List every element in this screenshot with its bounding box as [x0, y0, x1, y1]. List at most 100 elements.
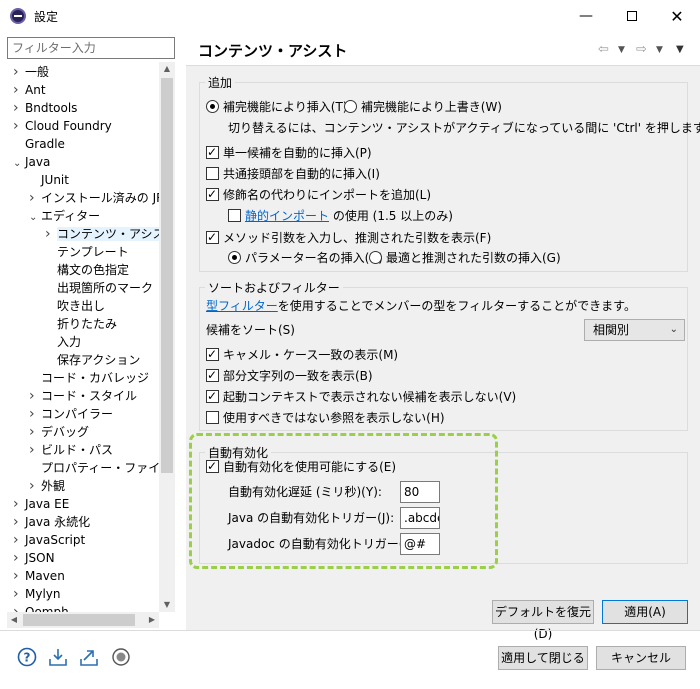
checkbox-add-import[interactable]: 修飾名の代わりにインポートを追加(L)	[206, 186, 431, 204]
checkbox-camel-case[interactable]: キャメル・ケース一致の表示(M)	[206, 346, 398, 364]
tree-item[interactable]: › デバッグ	[29, 423, 89, 441]
chevron-right-icon[interactable]: ›	[29, 405, 41, 423]
tree-item[interactable]: › インストール済みの JRE	[29, 189, 172, 207]
checkbox-checked-icon[interactable]	[206, 346, 219, 362]
chevron-right-icon[interactable]: ›	[45, 225, 57, 243]
checkbox-hide-deprecated[interactable]: 使用すべきではない参照を表示しない(H)	[206, 409, 445, 427]
tree-item[interactable]: JUnit	[29, 171, 69, 189]
forward-dropdown-icon[interactable]: ▼	[656, 45, 663, 55]
checkbox-checked-icon[interactable]	[206, 186, 219, 202]
help-icon[interactable]: ?	[17, 647, 37, 667]
tree-item[interactable]: 入力	[45, 333, 81, 351]
tree-item[interactable]: › コンテンツ・アシスト	[45, 225, 175, 243]
chevron-right-icon[interactable]: ›	[13, 585, 25, 603]
tree-item[interactable]: › Java EE	[13, 495, 69, 513]
tree-item[interactable]: › Mylyn	[13, 585, 61, 603]
tree-vertical-scrollbar[interactable]: ▲ ▼	[159, 62, 175, 612]
checkbox-common-prefix[interactable]: 共通接頭部を自動的に挿入(I)	[206, 165, 380, 183]
tree-item[interactable]: 保存アクション	[45, 351, 140, 369]
checkbox-single-proposal[interactable]: 単一候補を自動的に挿入(P)	[206, 144, 372, 162]
radio-selected-icon[interactable]	[206, 100, 219, 113]
export-icon[interactable]	[79, 647, 99, 667]
checkbox-checked-icon[interactable]	[206, 367, 219, 383]
tree-item[interactable]: ⌄ エディター	[29, 207, 100, 225]
radio-best-guess[interactable]: 最適と推測された引数の挿入(G)	[369, 249, 561, 267]
radio-insert[interactable]: 補完機能により挿入(T)	[206, 98, 347, 116]
tree-item[interactable]: テンプレート	[45, 243, 129, 261]
static-import-link[interactable]: 静的インポート	[245, 209, 329, 223]
tree-item[interactable]: コード・カバレッジ	[29, 369, 149, 387]
chevron-right-icon[interactable]: ›	[13, 117, 25, 135]
tree-item[interactable]: プロパティー・ファイル・エデ	[29, 459, 175, 477]
minimize-button[interactable]: —	[563, 0, 609, 32]
chevron-right-icon[interactable]: ›	[13, 99, 25, 117]
filter-input[interactable]	[7, 37, 175, 59]
apply-and-close-button[interactable]: 適用して閉じる	[498, 646, 588, 670]
chevron-right-icon[interactable]: ›	[13, 531, 25, 549]
scroll-thumb[interactable]	[161, 78, 173, 473]
chevron-right-icon[interactable]: ›	[29, 423, 41, 441]
tree-item[interactable]: › Oomph	[13, 603, 69, 612]
tree-item[interactable]: › Java 永続化	[13, 513, 90, 531]
sort-select[interactable]: 相関別 ⌄	[584, 319, 685, 341]
chevron-right-icon[interactable]: ›	[13, 63, 25, 81]
record-icon[interactable]	[111, 647, 131, 667]
view-menu-icon[interactable]: ▼	[676, 44, 684, 55]
scroll-left-arrow-icon[interactable]: ◀	[7, 612, 21, 628]
radio-selected-icon[interactable]	[228, 251, 241, 264]
maximize-button[interactable]	[609, 0, 655, 32]
chevron-right-icon[interactable]: ›	[13, 567, 25, 585]
scroll-down-arrow-icon[interactable]: ▼	[159, 598, 175, 612]
chevron-right-icon[interactable]: ›	[13, 603, 25, 612]
radio-icon[interactable]	[344, 100, 357, 113]
checkbox-icon[interactable]	[206, 411, 219, 424]
cancel-button[interactable]: キャンセル	[596, 646, 686, 670]
scroll-up-arrow-icon[interactable]: ▲	[159, 62, 175, 76]
checkbox-checked-icon[interactable]	[206, 144, 219, 160]
forward-arrow-icon[interactable]: ⇨	[636, 42, 647, 57]
checkbox-static-import[interactable]: 静的インポート の使用 (1.5 以上のみ)	[228, 207, 453, 225]
checkbox-substring[interactable]: 部分文字列の一致を表示(B)	[206, 367, 373, 385]
tree-item[interactable]: › Bndtools	[13, 99, 77, 117]
checkbox-checked-icon[interactable]	[206, 229, 219, 245]
restore-defaults-button[interactable]: デフォルトを復元(D)	[492, 600, 594, 641]
tree-item[interactable]: › Maven	[13, 567, 65, 585]
close-button[interactable]: ✕	[654, 0, 700, 32]
chevron-right-icon[interactable]: ›	[13, 495, 25, 513]
chevron-right-icon[interactable]: ›	[13, 549, 25, 567]
chevron-right-icon[interactable]: ›	[29, 477, 41, 495]
apply-button[interactable]: 適用(A)	[602, 600, 688, 624]
hscroll-thumb[interactable]	[23, 614, 135, 626]
tree-item[interactable]: › Cloud Foundry	[13, 117, 112, 135]
tree-item[interactable]: › 一般	[13, 63, 49, 81]
tree-item[interactable]: Gradle	[13, 135, 65, 153]
tree-item[interactable]: › JSON	[13, 549, 55, 567]
tree-item[interactable]: 構文の色指定	[45, 261, 129, 279]
checkbox-icon[interactable]	[228, 209, 241, 222]
chevron-right-icon[interactable]: ›	[13, 513, 25, 531]
tree-item[interactable]: › ビルド・パス	[29, 441, 113, 459]
chevron-right-icon[interactable]: ›	[13, 81, 25, 99]
back-dropdown-icon[interactable]: ▼	[618, 45, 625, 55]
checkbox-fill-arguments[interactable]: メソッド引数を入力し、推測された引数を表示(F)	[206, 229, 491, 247]
tree-horizontal-scrollbar[interactable]: ◀ ▶	[7, 612, 159, 628]
tree-item[interactable]: › Ant	[13, 81, 46, 99]
tree-item[interactable]: › コンパイラー	[29, 405, 113, 423]
chevron-right-icon[interactable]: ›	[29, 441, 41, 459]
checkbox-checked-icon[interactable]	[206, 388, 219, 404]
checkbox-hide-invisible[interactable]: 起動コンテキストで表示されない候補を表示しない(V)	[206, 388, 516, 406]
radio-icon[interactable]	[369, 251, 382, 264]
radio-overwrite[interactable]: 補完機能により上書き(W)	[344, 98, 502, 116]
chevron-right-icon[interactable]: ›	[29, 189, 41, 207]
checkbox-icon[interactable]	[206, 167, 219, 180]
back-arrow-icon[interactable]: ⇦	[598, 42, 609, 57]
preference-tree[interactable]: › 一般 › Ant › Bndtools › Cloud Foundry Gradle ⌄ Jav…	[7, 62, 175, 612]
tree-item[interactable]: 出現箇所のマーク	[45, 279, 153, 297]
chevron-down-icon[interactable]: ⌄	[29, 209, 41, 227]
radio-param-names[interactable]: パラメーター名の挿入(N)	[228, 249, 383, 267]
tree-item[interactable]: 折りたたみ	[45, 315, 117, 333]
tree-item[interactable]: 吹き出し	[45, 297, 105, 315]
tree-item[interactable]: › コード・スタイル	[29, 387, 137, 405]
tree-item[interactable]: ⌄ Java	[13, 153, 50, 171]
scroll-right-arrow-icon[interactable]: ▶	[145, 612, 159, 628]
